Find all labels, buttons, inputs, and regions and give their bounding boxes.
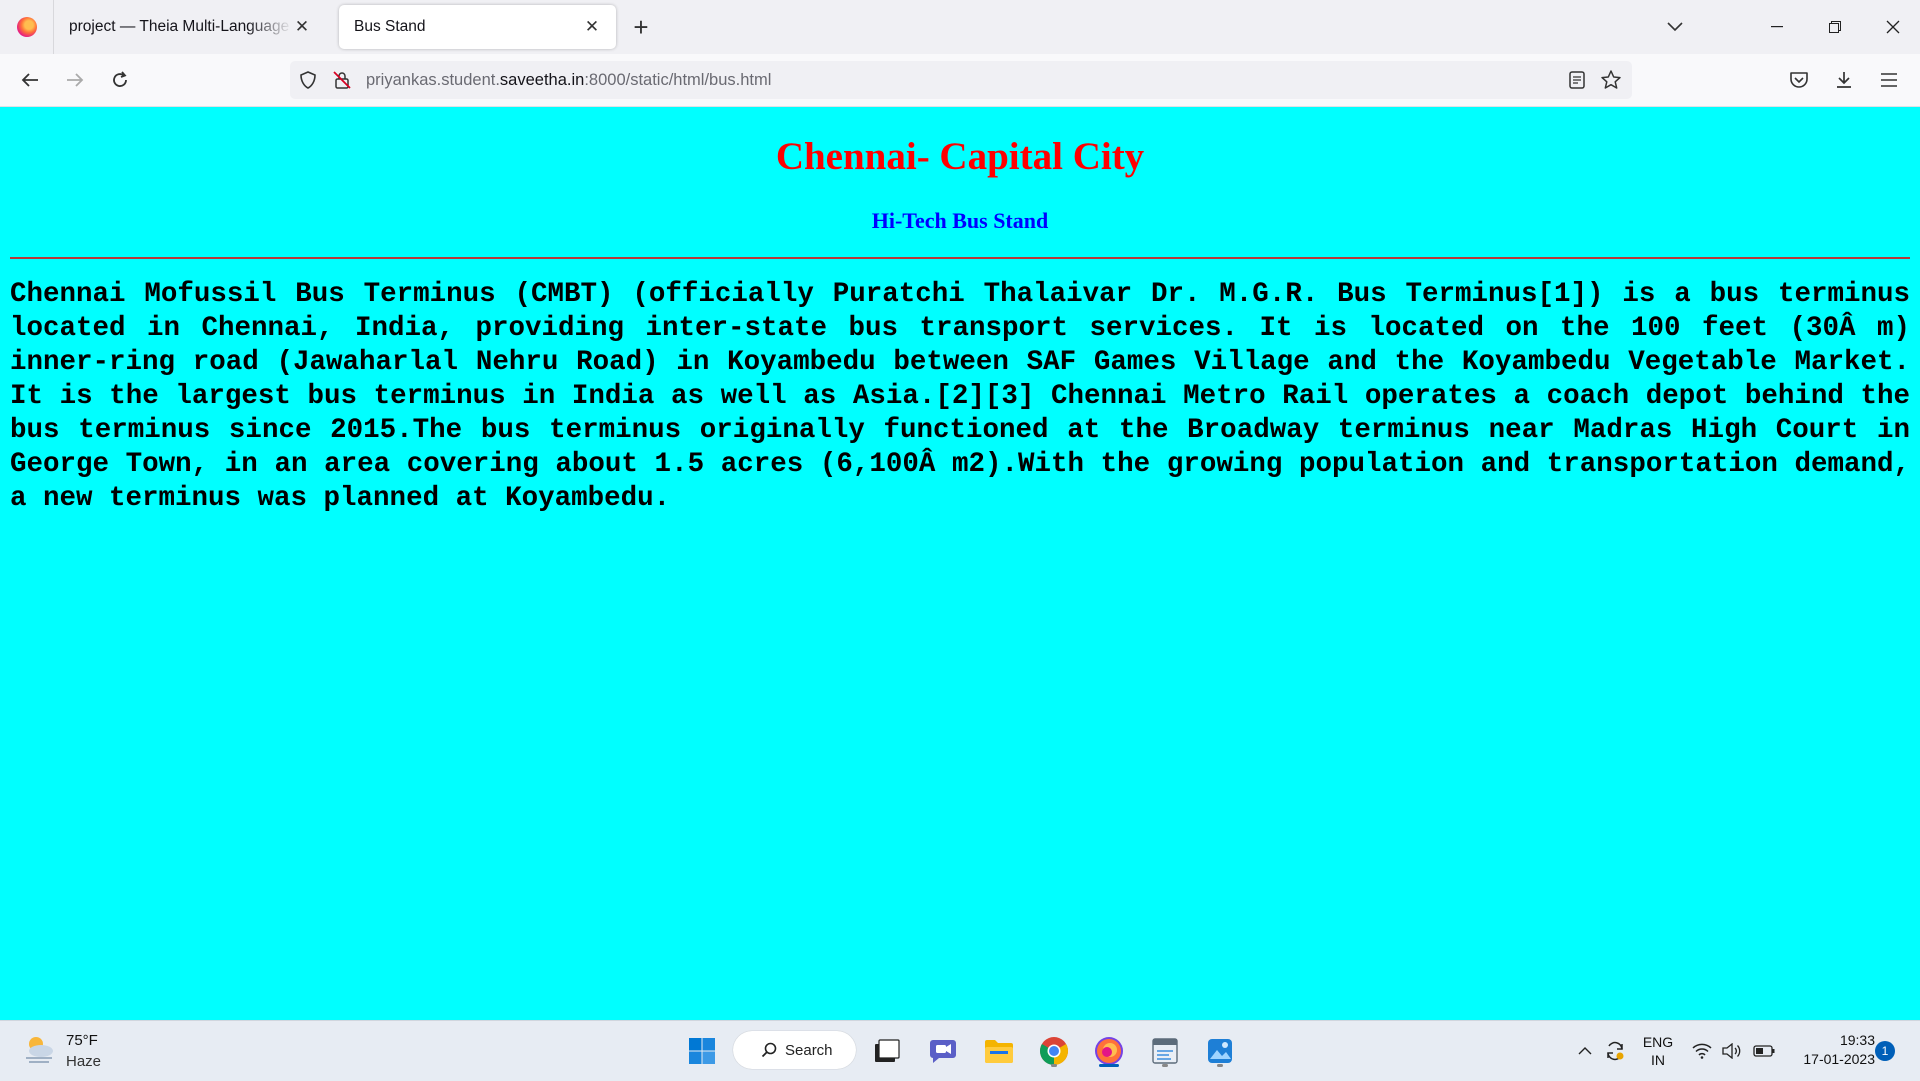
language-code: ENG bbox=[1642, 1034, 1674, 1050]
minimize-icon bbox=[1771, 26, 1783, 28]
search-icon bbox=[761, 1042, 777, 1058]
volume-status[interactable] bbox=[1720, 1021, 1744, 1081]
weather-haze-icon bbox=[26, 1037, 53, 1063]
running-indicator bbox=[1217, 1064, 1223, 1067]
reload-icon bbox=[113, 71, 127, 87]
url-domain: saveetha.in bbox=[499, 71, 585, 89]
task-view-button[interactable] bbox=[869, 1033, 905, 1069]
active-indicator bbox=[1099, 1064, 1119, 1067]
battery-icon bbox=[1753, 1045, 1775, 1057]
url-text[interactable]: priyankas.student.saveetha.in:8000/stati… bbox=[366, 71, 771, 90]
search-label: Search bbox=[785, 1041, 833, 1059]
chat-icon bbox=[930, 1040, 956, 1063]
notification-badge[interactable]: 1 bbox=[1875, 1041, 1895, 1061]
system-clock[interactable]: 19:33 17-01-2023 bbox=[1785, 1031, 1875, 1069]
chrome-button[interactable] bbox=[1036, 1033, 1072, 1069]
tab-strip: project — Theia Multi-Language Ex ✕ Bus … bbox=[0, 0, 1920, 54]
reader-view-icon[interactable] bbox=[1568, 71, 1586, 89]
folder-icon bbox=[985, 1040, 1013, 1063]
pocket-icon bbox=[1790, 72, 1808, 88]
show-hidden-icons-button[interactable] bbox=[1573, 1021, 1597, 1081]
weather-temperature: 75°F bbox=[66, 1032, 98, 1049]
menu-button[interactable] bbox=[1873, 64, 1905, 96]
weather-description: Haze bbox=[66, 1053, 102, 1070]
restore-button[interactable] bbox=[1810, 0, 1860, 54]
download-icon bbox=[1837, 72, 1851, 88]
firefox-icon bbox=[1095, 1037, 1123, 1065]
url-prefix: priyankas.student. bbox=[366, 71, 500, 89]
region-code: IN bbox=[1651, 1052, 1665, 1068]
chevron-up-icon bbox=[1578, 1047, 1592, 1055]
photos-app-button[interactable] bbox=[1202, 1033, 1238, 1069]
shield-icon[interactable] bbox=[298, 70, 318, 90]
bookmark-star-icon[interactable] bbox=[1600, 69, 1622, 91]
taskbar-search[interactable]: Search bbox=[733, 1031, 856, 1069]
minimize-button[interactable] bbox=[1752, 0, 1802, 54]
teams-chat-button[interactable] bbox=[925, 1033, 961, 1069]
close-tab-icon[interactable]: ✕ bbox=[292, 17, 312, 37]
bus-terminus-paragraph: Chennai Mofussil Bus Terminus (CMBT) (of… bbox=[10, 279, 1910, 514]
forward-button[interactable] bbox=[59, 64, 91, 96]
sync-icon bbox=[1607, 1041, 1624, 1061]
page-heading: Chennai- Capital City bbox=[775, 135, 1145, 178]
close-tab-icon[interactable]: ✕ bbox=[582, 17, 602, 37]
insecure-lock-icon[interactable] bbox=[332, 70, 352, 90]
file-explorer-button[interactable] bbox=[981, 1033, 1017, 1069]
restore-icon bbox=[1829, 21, 1841, 33]
photos-icon bbox=[1208, 1039, 1232, 1063]
list-all-tabs-button[interactable] bbox=[1657, 0, 1693, 54]
tab-project-theia[interactable]: project — Theia Multi-Language Ex ✕ bbox=[54, 5, 326, 49]
web-page-content: Chennai- Capital City Hi-Tech Bus Stand … bbox=[0, 107, 1920, 1020]
windows-taskbar: 75°F Haze Search ENG IN 19:33 17-01-2023… bbox=[0, 1020, 1920, 1081]
navigation-toolbar: priyankas.student.saveetha.in:8000/stati… bbox=[0, 54, 1920, 107]
firefox-view-button[interactable] bbox=[0, 0, 54, 54]
wifi-status[interactable] bbox=[1690, 1021, 1714, 1081]
downloads-button[interactable] bbox=[1828, 64, 1860, 96]
task-view-icon bbox=[875, 1039, 900, 1062]
clock-time: 19:33 bbox=[1839, 1032, 1875, 1048]
close-window-button[interactable] bbox=[1866, 0, 1920, 54]
battery-status[interactable] bbox=[1751, 1021, 1777, 1081]
horizontal-rule bbox=[10, 257, 1910, 259]
firefox-taskbar-button[interactable] bbox=[1091, 1033, 1127, 1069]
hamburger-menu-icon bbox=[1881, 73, 1897, 87]
windows-logo-icon bbox=[689, 1038, 715, 1064]
arrow-right-icon bbox=[67, 73, 84, 87]
window-app-icon bbox=[1152, 1038, 1178, 1064]
firefox-icon bbox=[16, 17, 37, 37]
arrow-left-icon bbox=[21, 73, 38, 87]
start-button[interactable] bbox=[684, 1033, 720, 1069]
sync-status-button[interactable] bbox=[1601, 1021, 1629, 1081]
url-path: :8000/static/html/bus.html bbox=[584, 71, 772, 89]
tab-title: project — Theia Multi-Language Ex bbox=[69, 18, 292, 35]
speaker-icon bbox=[1722, 1043, 1741, 1059]
back-button[interactable] bbox=[14, 64, 46, 96]
running-indicator bbox=[1162, 1064, 1168, 1067]
tab-bus-stand[interactable]: Bus Stand ✕ bbox=[339, 5, 616, 49]
reload-button[interactable] bbox=[104, 64, 136, 96]
chevron-down-icon bbox=[1667, 22, 1683, 32]
chrome-icon bbox=[1040, 1037, 1068, 1065]
address-bar[interactable]: priyankas.student.saveetha.in:8000/stati… bbox=[290, 61, 1632, 99]
tab-title: Bus Stand bbox=[354, 18, 426, 35]
pocket-button[interactable] bbox=[1783, 64, 1815, 96]
new-tab-button[interactable]: + bbox=[626, 12, 656, 42]
wifi-icon bbox=[1692, 1043, 1712, 1059]
input-language-indicator[interactable]: ENG IN bbox=[1640, 1033, 1676, 1069]
page-subheading: Hi-Tech Bus Stand bbox=[871, 208, 1049, 233]
close-icon bbox=[1886, 20, 1900, 34]
running-indicator bbox=[1051, 1064, 1057, 1067]
clock-date: 17-01-2023 bbox=[1803, 1051, 1875, 1067]
editor-app-button[interactable] bbox=[1147, 1033, 1183, 1069]
